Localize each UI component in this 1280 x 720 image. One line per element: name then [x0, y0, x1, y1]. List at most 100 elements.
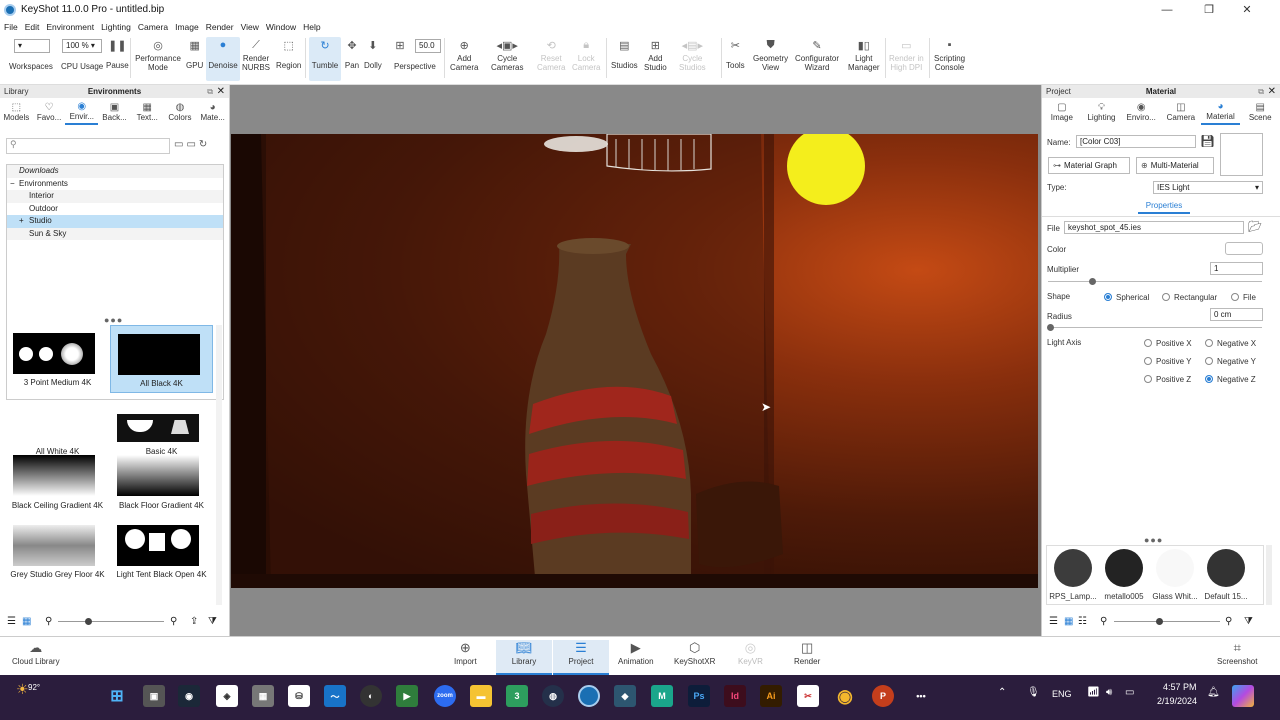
grid-view-icon[interactable]: ▦ — [22, 616, 31, 627]
keyvr-button[interactable]: ◎ KeyVR — [738, 640, 763, 666]
material-graph-button[interactable]: ⊶ Material Graph — [1048, 157, 1130, 174]
pan-button[interactable]: ✥ Pan — [344, 37, 360, 71]
zoom-in-icon[interactable]: ⚲ — [170, 616, 177, 627]
swatch-glass-white[interactable] — [1156, 549, 1194, 587]
thumbnail-size-slider[interactable] — [58, 621, 164, 622]
menu-render[interactable]: Render — [202, 22, 237, 32]
app-icon[interactable]: ◈ — [216, 685, 238, 707]
filter-icon[interactable]: ⧩ — [1244, 616, 1253, 627]
tab-textures[interactable]: ▦ Text... — [131, 98, 164, 125]
grid-view-icon[interactable]: ▦ — [1064, 616, 1073, 627]
illustrator-icon[interactable]: Ai — [760, 685, 782, 707]
thumbnail-light-tent-black-open[interactable]: Light Tent Black Open 4K — [110, 525, 213, 600]
performance-mode-button[interactable]: ◎ Performance Mode — [134, 37, 182, 73]
expand-icon[interactable]: + — [19, 215, 24, 228]
keyshot-taskbar-icon[interactable] — [578, 685, 600, 707]
scripting-console-button[interactable]: ▪ Scripting Console — [934, 37, 965, 72]
tree-item-outdoor[interactable]: Outdoor — [7, 203, 223, 216]
close-button[interactable]: ✕ — [1228, 0, 1266, 19]
splitter-handle[interactable]: ●●● — [1144, 535, 1163, 545]
start-menu-icon[interactable]: ⊞ — [106, 685, 128, 707]
tab-camera[interactable]: ◫ Camera — [1161, 98, 1201, 125]
tree-item-sun-sky[interactable]: Sun & Sky — [7, 227, 223, 240]
ies-file-field[interactable]: keyshot_spot_45.ies — [1064, 221, 1244, 234]
menu-file[interactable]: File — [0, 22, 21, 32]
zoom-out-icon[interactable]: ⚲ — [45, 616, 52, 627]
menu-lighting[interactable]: Lighting — [97, 22, 134, 32]
indesign-icon[interactable]: Id — [724, 685, 746, 707]
thumbnail-all-white[interactable]: All White 4K — [6, 394, 109, 462]
menu-environment[interactable]: Environment — [42, 22, 97, 32]
tree-item-studio[interactable]: + Studio — [7, 215, 223, 228]
axis-positive-x-radio[interactable] — [1144, 339, 1152, 347]
axis-negative-y-radio[interactable] — [1205, 357, 1213, 365]
task-view-icon[interactable]: ▣ — [143, 685, 165, 707]
swatch-metallo005[interactable] — [1105, 549, 1143, 587]
slider-knob[interactable] — [85, 618, 92, 625]
material-type-dropdown[interactable]: IES Light ▾ — [1153, 181, 1263, 194]
tab-properties[interactable]: Properties — [1138, 201, 1190, 214]
render-nurbs-button[interactable]: ⟋ Render NURBS — [242, 37, 270, 73]
material-preview[interactable] — [1220, 133, 1263, 176]
configurator-wizard-button[interactable]: ✎ Configurator Wizard — [795, 37, 839, 73]
slider-knob[interactable] — [1156, 618, 1163, 625]
tray-chevron-icon[interactable]: ⌃ — [998, 687, 1006, 698]
radius-knob[interactable] — [1047, 324, 1054, 331]
multi-material-button[interactable]: ⊕ Multi-Material — [1136, 157, 1214, 174]
cycle-studios-button[interactable]: ◂▤▸ Cycle Studios — [679, 37, 706, 73]
copilot-icon[interactable] — [1232, 685, 1254, 707]
geometry-view-button[interactable]: ⛊ Geometry View — [753, 37, 788, 73]
shape-file-radio[interactable] — [1231, 293, 1239, 301]
reset-camera-button[interactable]: ⟲ Reset Camera — [537, 37, 565, 73]
minimize-button[interactable]: — — [1148, 0, 1186, 19]
tab-lighting[interactable]: 💡︎ Lighting — [1082, 98, 1122, 125]
battery-icon[interactable]: ▭ — [1125, 687, 1134, 698]
thumbnail-all-black[interactable]: All Black 4K — [110, 325, 213, 393]
close-panel-icon[interactable]: ✕ — [217, 86, 225, 97]
weather-icon[interactable]: ☀ — [16, 681, 29, 698]
tree-item-interior[interactable]: Interior — [7, 190, 223, 203]
menu-edit[interactable]: Edit — [21, 22, 43, 32]
add-studio-button[interactable]: ⊞ Add Studio — [644, 37, 667, 73]
axis-positive-z-radio[interactable] — [1144, 375, 1152, 383]
thumbnail-basic[interactable]: Basic 4K — [110, 394, 213, 462]
library-search-input[interactable]: ⚲ — [6, 138, 170, 154]
keyshotxr-button[interactable]: ⬡ KeyShotXR — [674, 640, 715, 666]
calculator-icon[interactable]: ▦ — [252, 685, 274, 707]
perspective-button[interactable]: Perspective — [394, 61, 436, 71]
undock-icon[interactable]: ⧉ — [1258, 87, 1264, 97]
lock-camera-button[interactable]: 🔒︎ Lock Camera — [572, 37, 600, 73]
photoshop-icon[interactable]: Ps — [688, 685, 710, 707]
undock-icon[interactable]: ⧉ — [207, 87, 213, 97]
swatch-scrollbar[interactable] — [1266, 545, 1272, 605]
restore-button[interactable]: ❐ — [1190, 0, 1228, 19]
save-material-icon[interactable]: 💾︎ — [1200, 134, 1215, 148]
cinema4d-icon[interactable]: ◍ — [542, 685, 564, 707]
steam-icon[interactable]: ◉ — [178, 685, 200, 707]
tab-material[interactable]: ◕ Material — [1200, 98, 1241, 125]
powerpoint-icon[interactable]: P — [872, 685, 894, 707]
tab-environment[interactable]: ◉ Enviro... — [1121, 98, 1161, 125]
media-app-icon[interactable]: ▶ — [396, 685, 418, 707]
project-toggle-button[interactable]: ☰ Project — [553, 640, 609, 675]
shape-spherical-radio[interactable] — [1104, 293, 1112, 301]
menu-image[interactable]: Image — [171, 22, 202, 32]
thumbnail-grey-studio-grey-floor[interactable]: Grey Studio Grey Floor 4K — [6, 525, 109, 600]
region-button[interactable]: ⬚ Region — [276, 37, 301, 71]
render-high-dpi-button[interactable]: ▭ Render in High DPI — [889, 37, 924, 73]
tab-image[interactable]: ▢ Image — [1042, 98, 1082, 125]
animation-button[interactable]: ▶ Animation — [618, 640, 654, 666]
wifi-icon[interactable]: 📶︎ — [1087, 687, 1100, 698]
app-tool-icon[interactable]: ✂ — [797, 685, 819, 707]
radius-slider[interactable] — [1048, 327, 1262, 328]
sketchup-icon[interactable]: ◆ — [614, 685, 636, 707]
cycle-cameras-button[interactable]: ◂▣▸ Cycle Cameras — [491, 37, 523, 73]
thumbnail-scrollbar[interactable] — [216, 325, 222, 605]
real-time-render-view[interactable]: ➤ — [231, 134, 1038, 588]
refresh-icon[interactable]: ↻ — [199, 139, 210, 150]
obs-icon[interactable]: ◐ — [360, 685, 382, 707]
menu-view[interactable]: View — [237, 22, 262, 32]
axis-negative-z-radio[interactable] — [1205, 375, 1213, 383]
store-icon[interactable]: ⛁ — [288, 685, 310, 707]
add-folder-icon[interactable]: ▭ — [186, 139, 198, 150]
